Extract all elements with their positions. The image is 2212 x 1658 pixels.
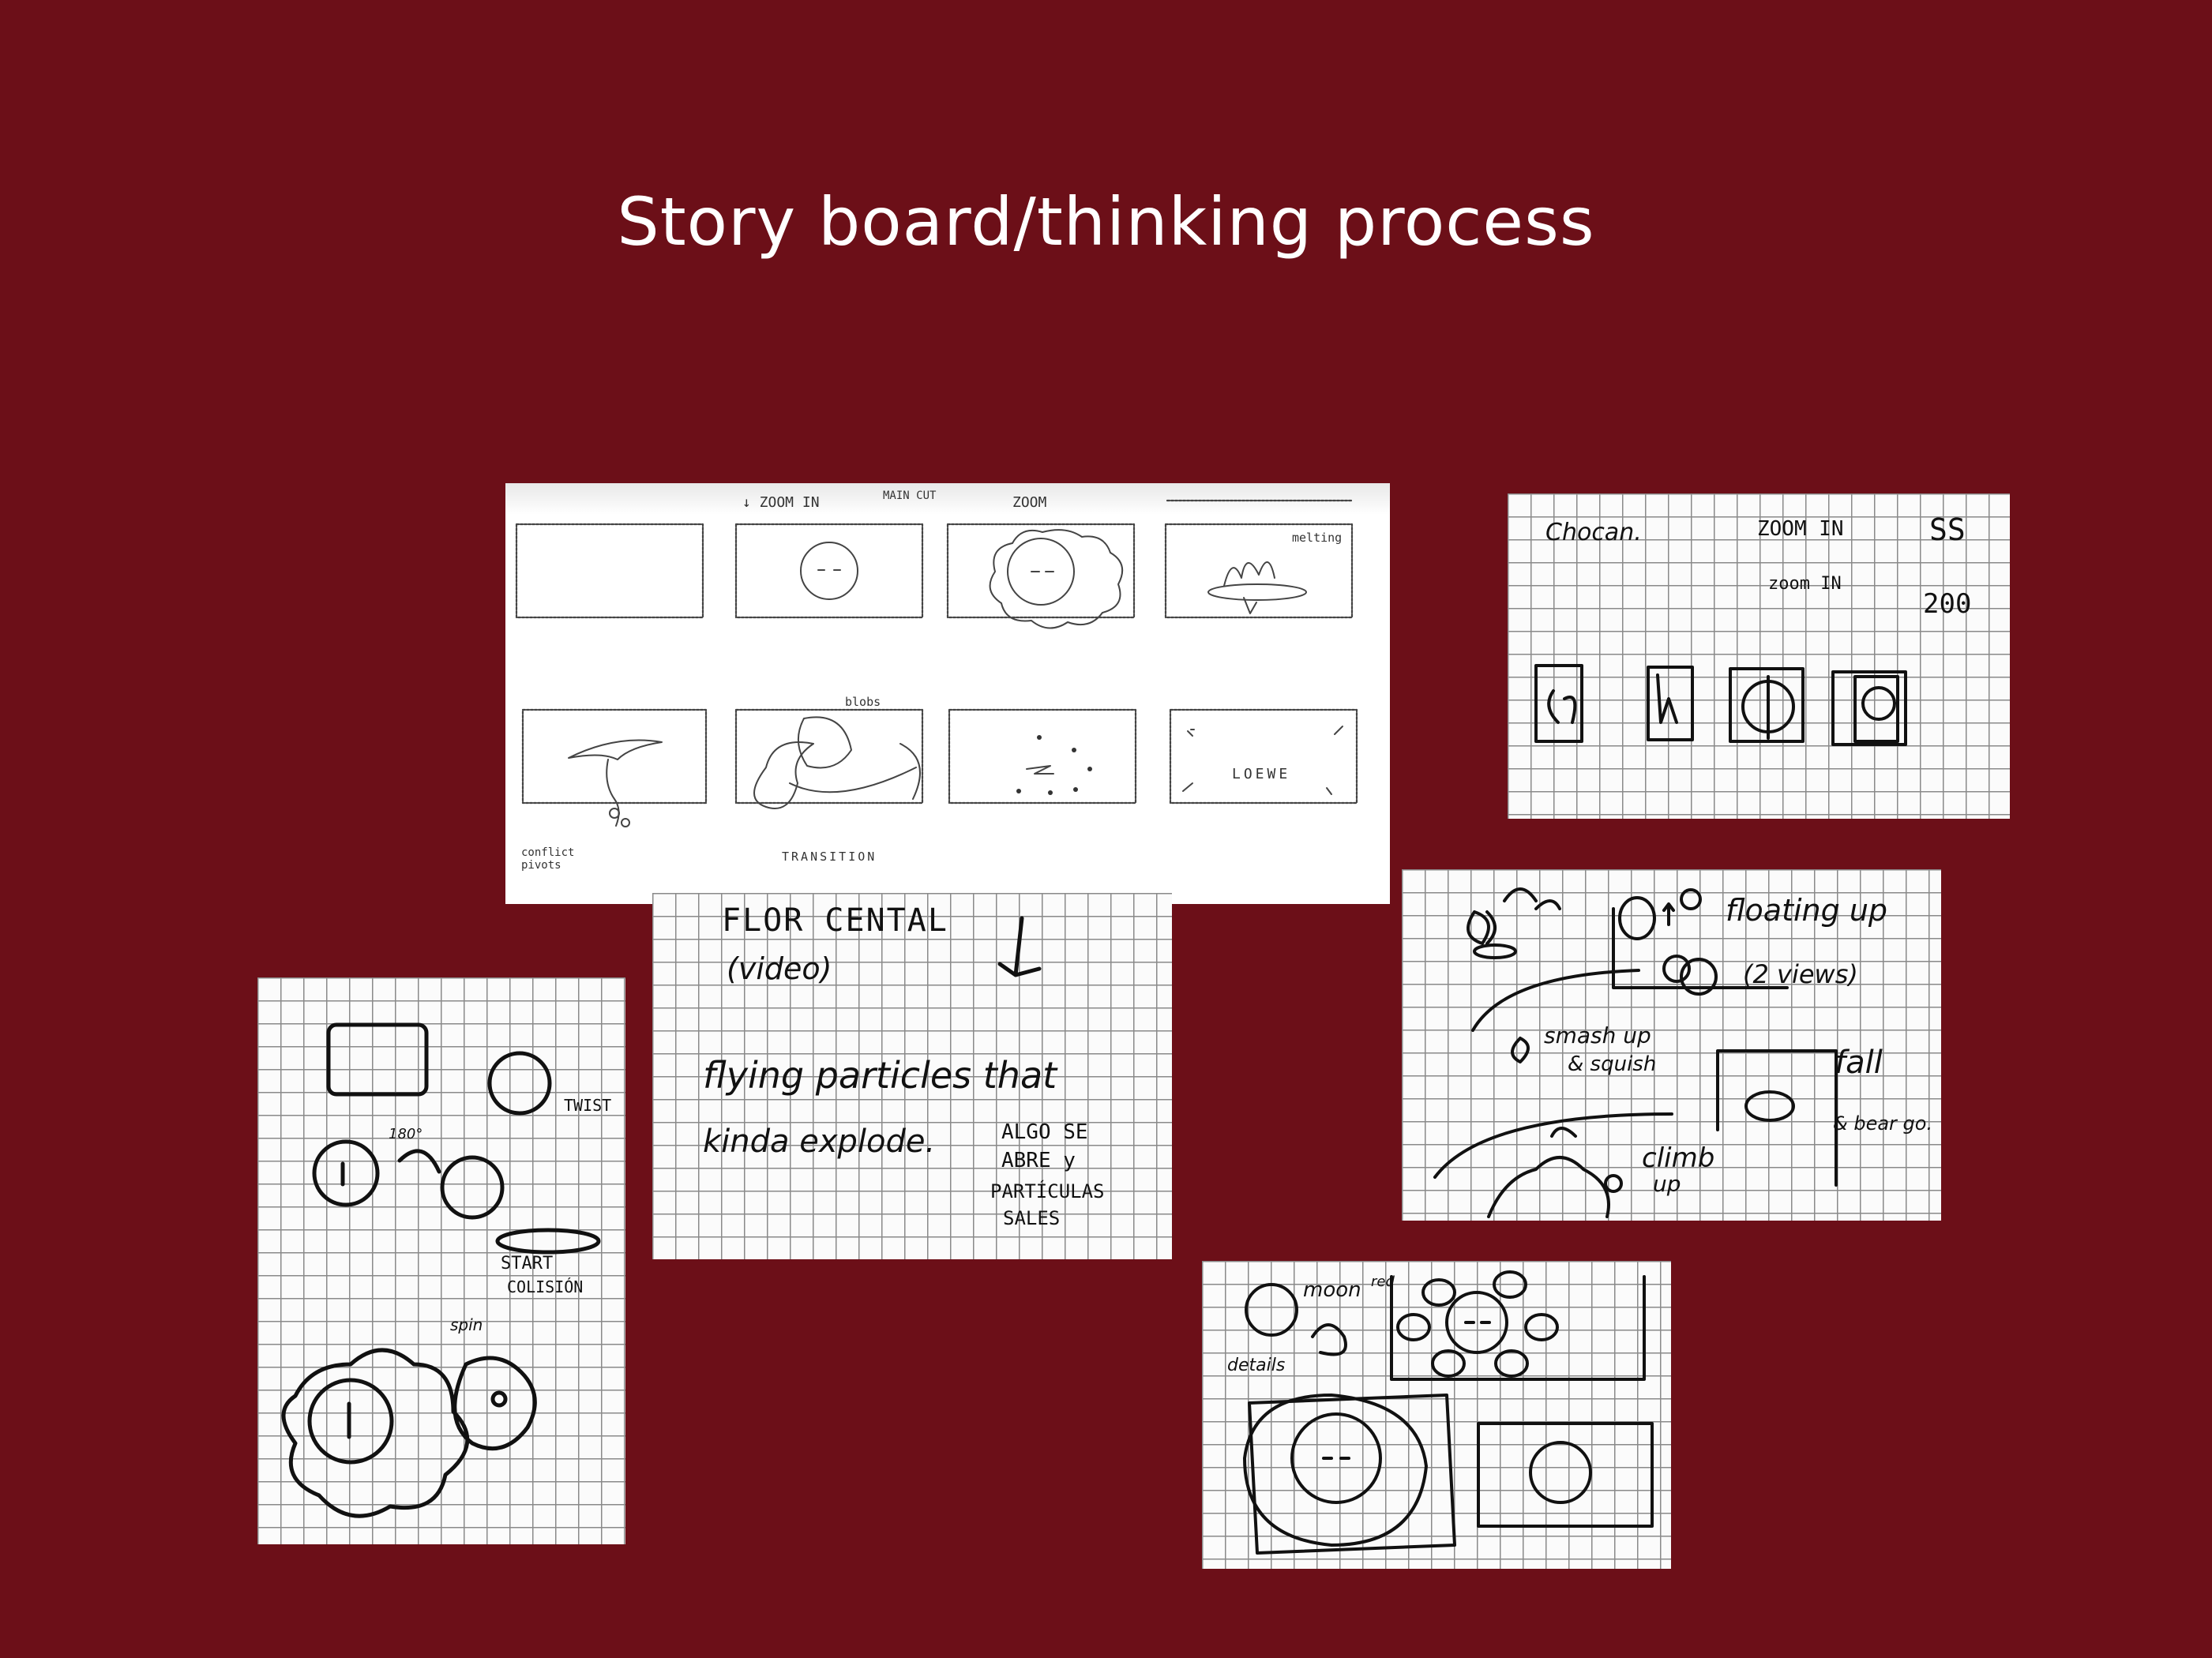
twist-label: TWIST — [564, 1096, 612, 1115]
moon-flower-drawing — [1243, 1270, 1654, 1555]
sketch-bottom-right: moon red details — [1202, 1261, 1671, 1569]
sketch-right: floating up (2 views) smash up & squish … — [1402, 869, 1941, 1221]
spin-note: spin — [450, 1315, 483, 1334]
sketch-left: 180° TWIST START COLISIÓN spin — [257, 977, 625, 1544]
page-title: Story board/thinking process — [617, 183, 1595, 261]
sketch-top-right: Chocan. ZOOM IN zoom IN SS 200 — [1508, 493, 2010, 819]
two-views-text: (2 views) — [1743, 959, 1858, 989]
zoom-in-label: ZOOM IN — [1757, 517, 1844, 541]
collision-label: COLISIÓN — [507, 1277, 584, 1296]
flower-sketch-drawing — [281, 1022, 601, 1518]
details-label: details — [1227, 1356, 1286, 1375]
storyboard-sheet: ↓ ZOOM IN MAIN CUT ZOOM melting blobs co… — [505, 483, 1390, 904]
sketch-center: FLOR CENTAL (video) flying particles tha… — [652, 893, 1172, 1259]
smash-up-text: smash up — [1544, 1022, 1651, 1048]
start-label: START — [501, 1254, 554, 1274]
particles-text: flying particles that — [703, 1054, 1057, 1097]
spanish-line-4: SALES — [1003, 1207, 1061, 1229]
chocan-word: Chocan. — [1545, 519, 1642, 546]
zoom-in-note: ↓ ZOOM IN — [742, 494, 820, 511]
zoom-in-label-2: zoom IN — [1768, 574, 1842, 594]
flor-central-text: FLOR CENTAL — [722, 902, 948, 939]
spanish-line-3: PARTÍCULAS — [990, 1180, 1105, 1202]
number-ss: SS — [1929, 512, 1966, 547]
melting-note: melting — [1292, 531, 1343, 545]
loewe-label: LOEWE — [1232, 766, 1291, 782]
explode-text: kinda explode. — [703, 1123, 936, 1160]
transition-label: TRANSITION — [782, 850, 877, 864]
angle-label: 180° — [389, 1126, 423, 1142]
moon-label: moon — [1303, 1278, 1361, 1302]
spanish-line-1: ALGO SE — [1001, 1120, 1088, 1144]
floating-up-text: floating up — [1726, 893, 1888, 928]
red-label: red — [1371, 1274, 1395, 1290]
video-text: (video) — [727, 951, 832, 986]
blobs-note: blobs — [845, 695, 881, 709]
spanish-line-2: ABRE y — [1001, 1149, 1076, 1172]
storyboard-drawing — [515, 499, 1358, 827]
zoom-note: ZOOM — [1012, 494, 1047, 511]
main-cut-note: MAIN CUT — [883, 490, 937, 502]
conflict-note: conflict pivots — [521, 846, 575, 872]
climb-up-text: up — [1653, 1171, 1681, 1197]
bear-go-text: & bear go. — [1833, 1112, 1933, 1135]
squish-text: & squish — [1568, 1052, 1657, 1076]
fall-text: fall — [1835, 1045, 1883, 1081]
number-200: 200 — [1923, 588, 1972, 620]
climb-text: climb — [1642, 1142, 1715, 1174]
